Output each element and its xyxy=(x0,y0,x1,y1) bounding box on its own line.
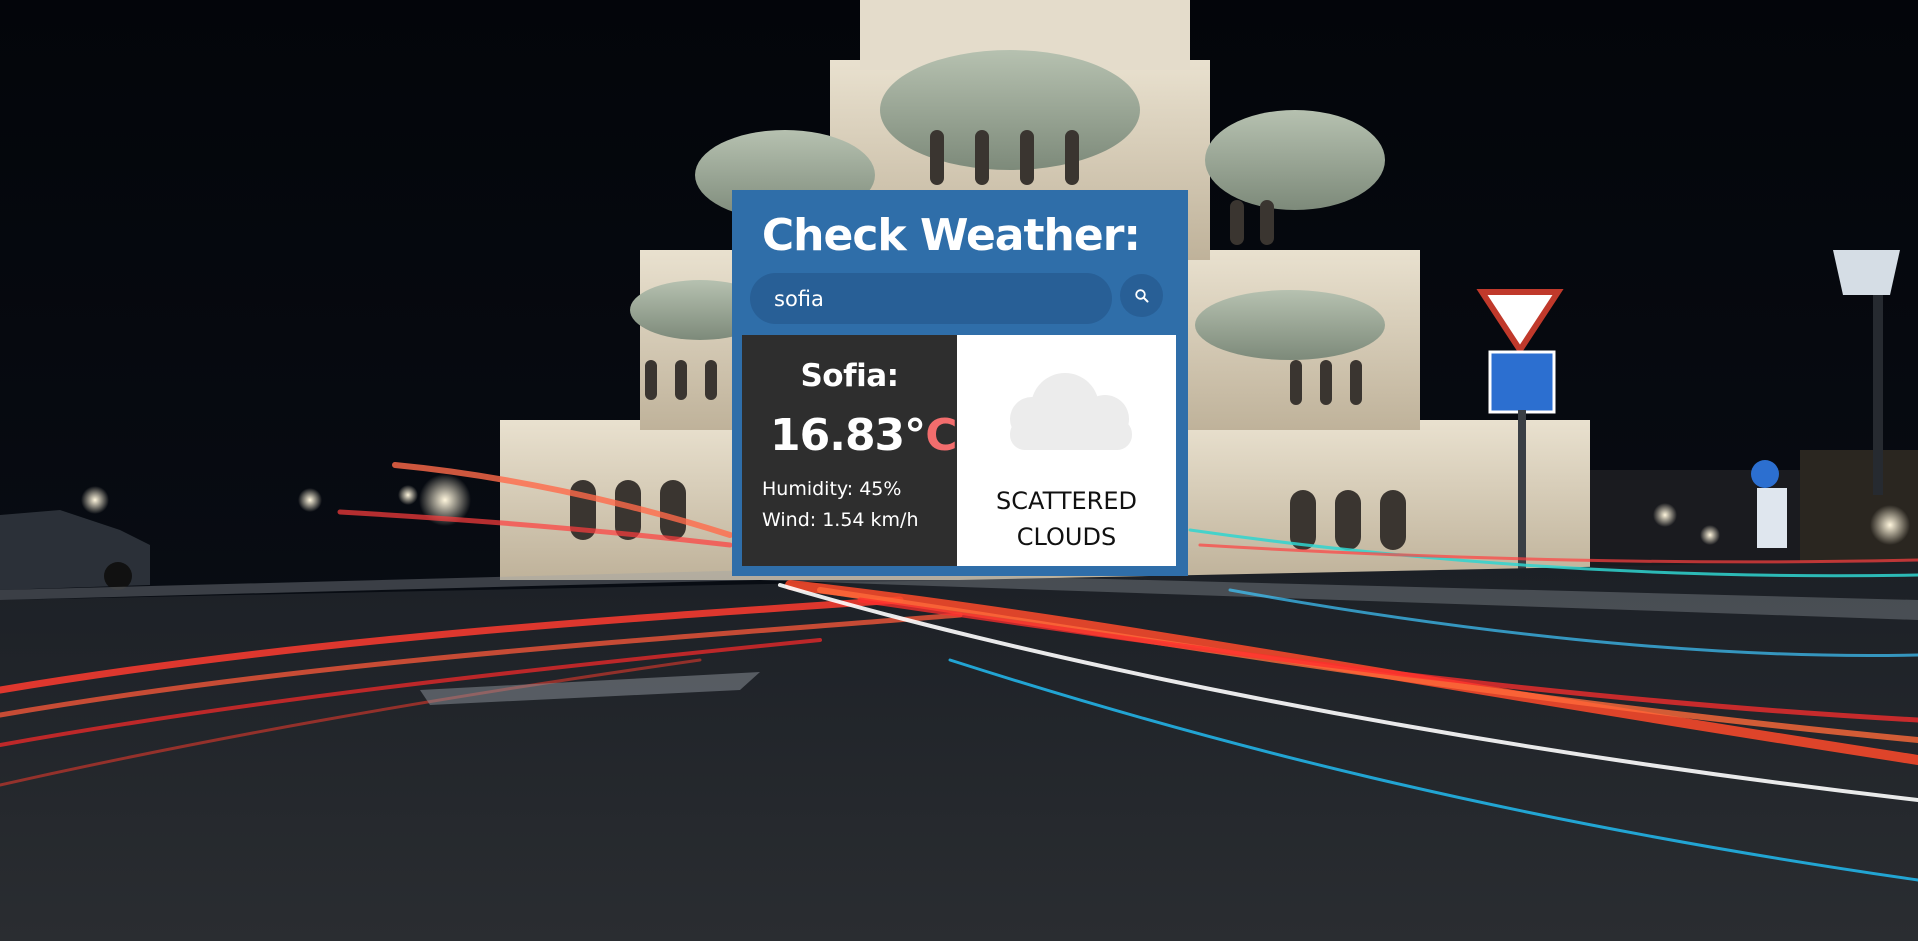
city-name: Sofia: xyxy=(800,358,899,394)
humidity-text: Humidity: 45% xyxy=(762,478,902,500)
page-title: Check Weather: xyxy=(761,210,1141,261)
weather-condition-card: SCATTERED CLOUDS xyxy=(957,335,1176,566)
weather-details-card: Sofia: 16.83°C Humidity: 45% Wind: 1.54 … xyxy=(742,335,957,566)
temperature-value: 16.83° xyxy=(770,410,926,461)
weather-condition: SCATTERED CLOUDS xyxy=(996,487,1137,551)
search-button[interactable] xyxy=(1120,274,1163,317)
temperature: 16.83°C xyxy=(770,410,957,461)
search-icon xyxy=(1134,288,1148,302)
temperature-unit: C xyxy=(925,410,957,461)
city-search-input[interactable] xyxy=(750,273,1112,324)
wind-text: Wind: 1.54 km/h xyxy=(762,509,919,531)
weather-widget: Check Weather: Sofia: 16.83°C Humidity: … xyxy=(732,190,1188,576)
cloud-icon xyxy=(1010,373,1132,450)
weather-result: Sofia: 16.83°C Humidity: 45% Wind: 1.54 … xyxy=(742,335,1176,566)
